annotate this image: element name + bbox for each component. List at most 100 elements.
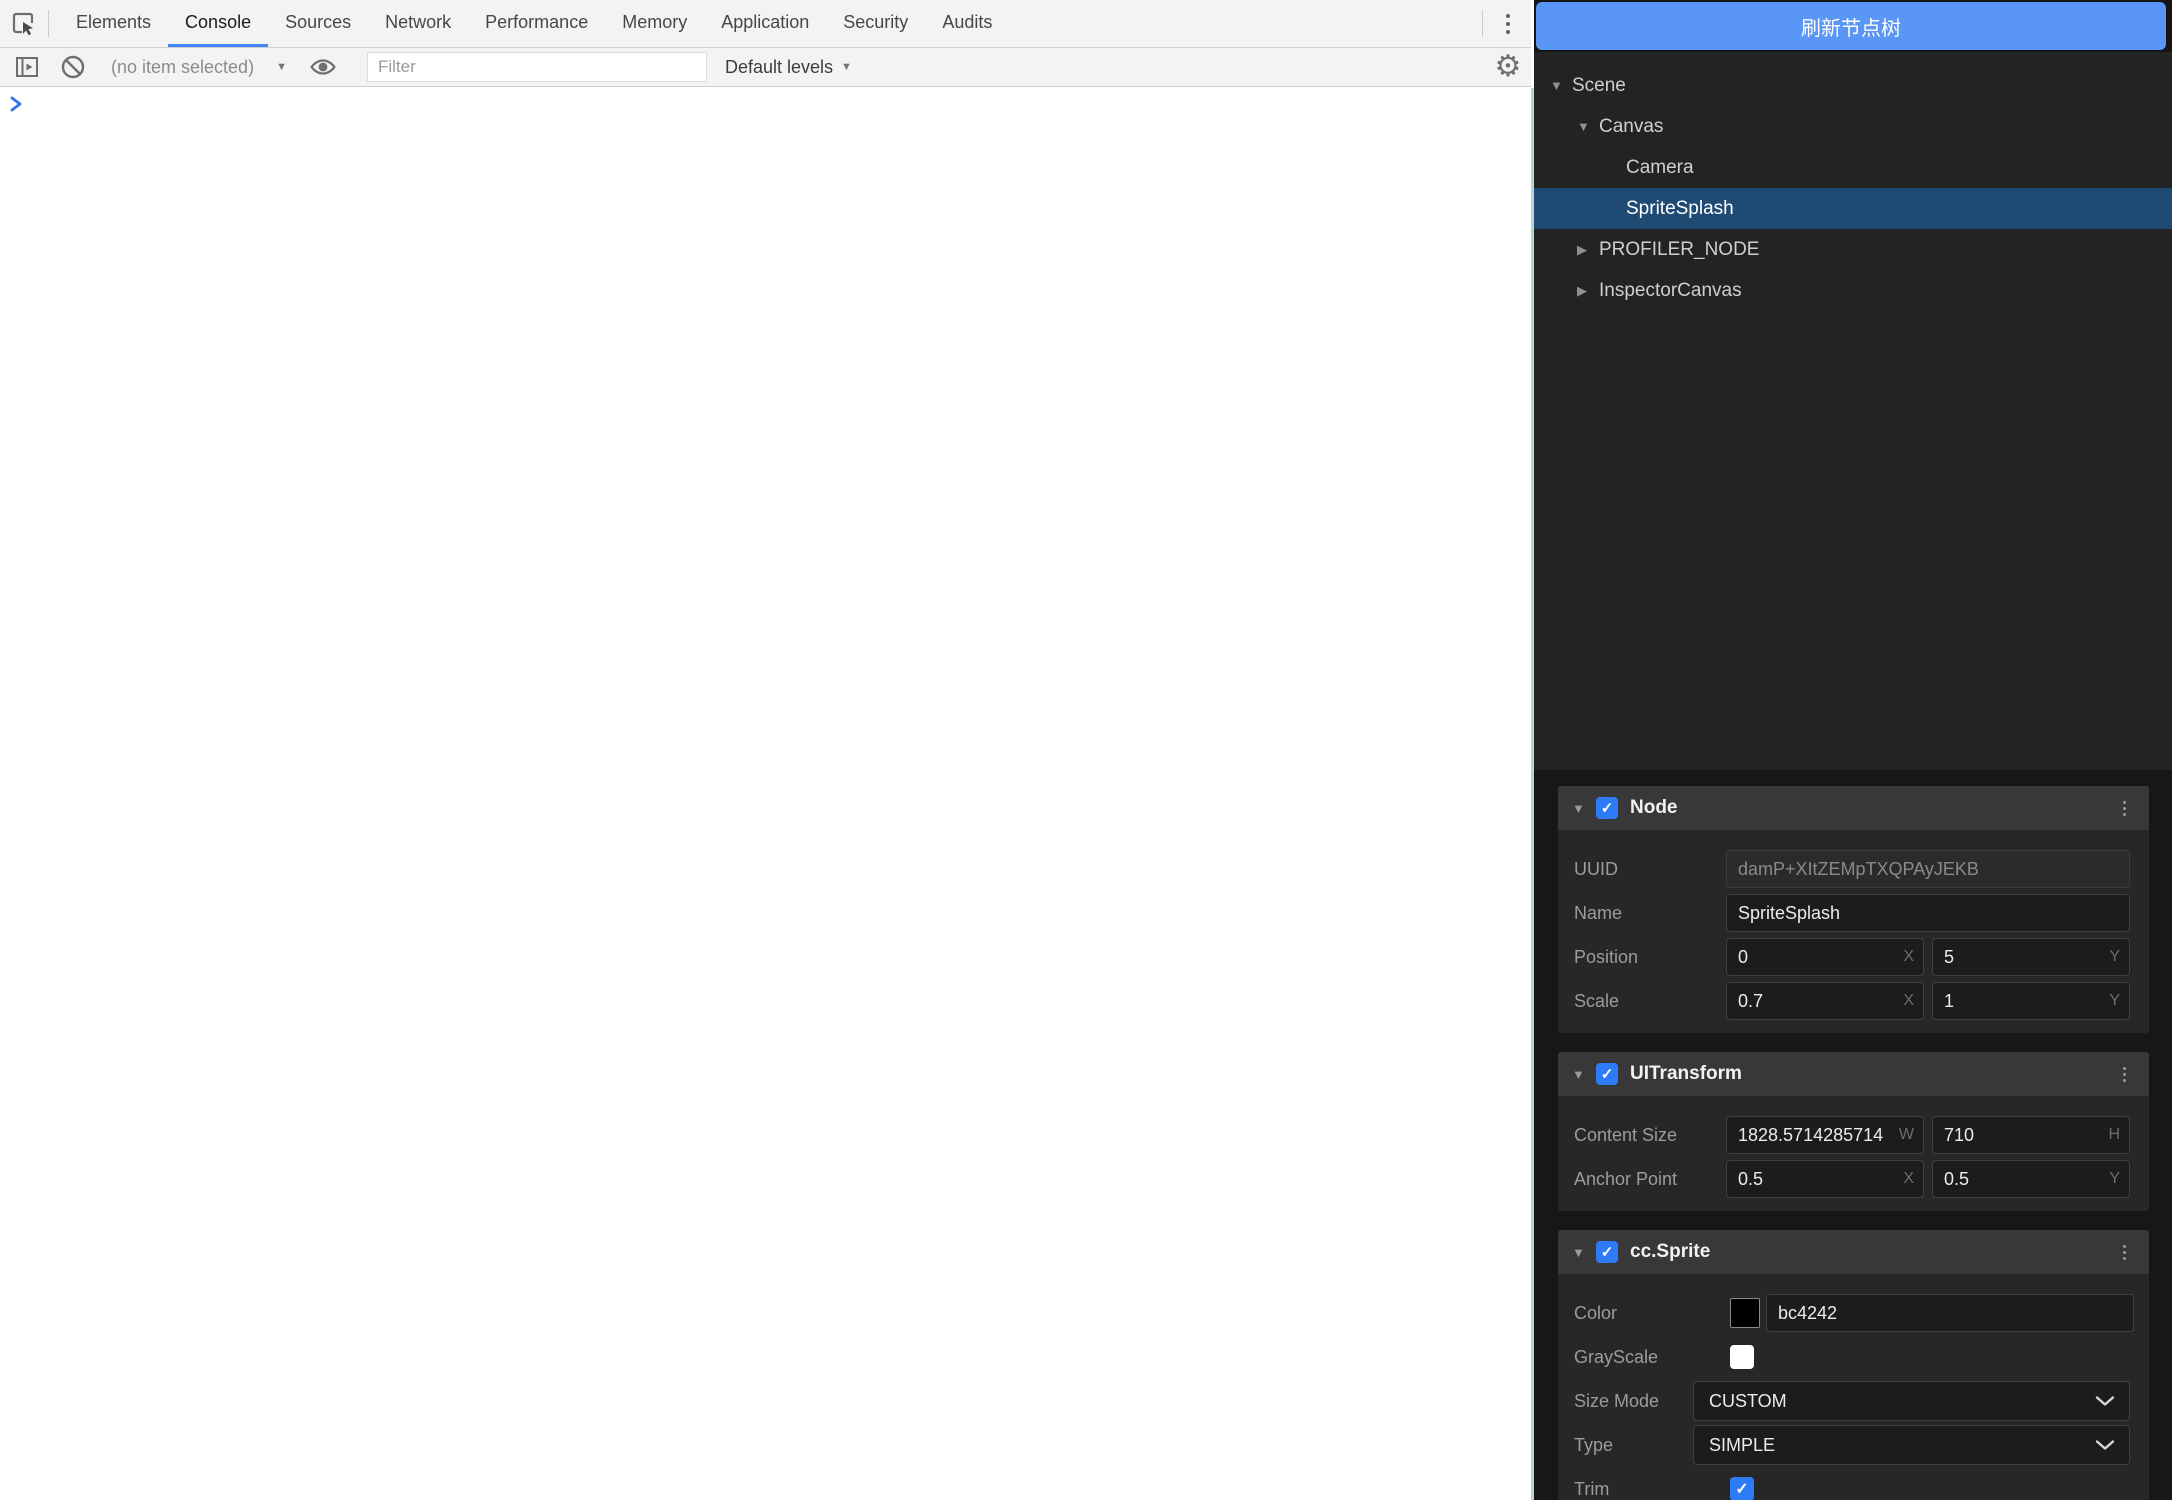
size-mode-select[interactable]: CUSTOM <box>1693 1381 2130 1421</box>
color-swatch[interactable] <box>1730 1298 1760 1328</box>
property-row-trim: Trim ✓ <box>1574 1467 2130 1500</box>
component-enabled-checkbox[interactable]: ✓ <box>1596 797 1618 819</box>
number-field-y: Y <box>1932 938 2130 976</box>
number-field-w: W <box>1726 1116 1924 1154</box>
number-field-y: Y <box>1932 982 2130 1020</box>
grayscale-checkbox[interactable]: ✓ <box>1730 1345 1754 1369</box>
chevron-collapsed-icon[interactable]: ▶ <box>1577 242 1599 258</box>
number-field-y: Y <box>1932 1160 2130 1198</box>
tab-console[interactable]: Console <box>168 0 269 47</box>
property-label: UUID <box>1574 858 1618 879</box>
inspect-element-icon[interactable] <box>0 0 46 47</box>
property-row-anchor-point: Anchor Point XY <box>1574 1157 2130 1201</box>
property-label: GrayScale <box>1574 1346 1659 1367</box>
select-value: CUSTOM <box>1709 1390 1787 1411</box>
tab-security[interactable]: Security <box>826 0 925 47</box>
cocos-inspector-panel: 刷新节点树 ▼ Scene ▼ Canvas Camera SpriteSplash ▶ PR… <box>1534 0 2172 1500</box>
name-input[interactable] <box>1726 894 2130 932</box>
chevron-expanded-icon[interactable]: ▼ <box>1577 119 1599 134</box>
tree-node-camera[interactable]: Camera <box>1534 147 2172 188</box>
uuid-input[interactable] <box>1726 850 2130 888</box>
chevron-expanded-icon[interactable]: ▼ <box>1572 1067 1596 1082</box>
position-y-input[interactable] <box>1932 938 2130 976</box>
tab-network[interactable]: Network <box>368 0 468 47</box>
property-controls: SIMPLE <box>1693 1425 2130 1465</box>
execution-context-selector[interactable]: (no item selected) ▼ <box>111 57 287 78</box>
property-label: Trim <box>1574 1478 1610 1499</box>
devtools-window: Elements Console Sources Network Performance… <box>0 0 2172 1500</box>
component-header: ▼ ✓ UITransform <box>1558 1052 2149 1096</box>
devtools-left-pane: Elements Console Sources Network Performance… <box>0 0 1531 1500</box>
clear-console-icon[interactable] <box>50 53 96 81</box>
console-settings-gear-icon[interactable]: ⚙ <box>1485 52 1531 82</box>
refresh-node-tree-button[interactable]: 刷新节点树 <box>1536 2 2166 50</box>
number-field-x: X <box>1726 982 1924 1020</box>
console-messages-area[interactable] <box>0 87 1531 1499</box>
chevron-expanded-icon[interactable]: ▼ <box>1572 801 1596 816</box>
console-filter-input[interactable] <box>366 52 707 82</box>
content-size-w-input[interactable] <box>1726 1116 1924 1154</box>
type-select[interactable]: SIMPLE <box>1693 1425 2130 1465</box>
property-row-name: Name <box>1574 891 2130 935</box>
number-field-h: H <box>1932 1116 2130 1154</box>
property-controls <box>1726 850 2130 888</box>
tab-memory[interactable]: Memory <box>605 0 704 47</box>
component-menu-kebab-icon[interactable] <box>2109 1244 2139 1260</box>
chevron-down-icon: ▼ <box>841 61 852 73</box>
text-field <box>1726 850 2130 888</box>
text-field <box>1726 894 2130 932</box>
devtools-tabbar: Elements Console Sources Network Performance… <box>0 0 1531 48</box>
refresh-button-bar: 刷新节点树 <box>1534 0 2172 52</box>
component-enabled-checkbox[interactable]: ✓ <box>1596 1241 1618 1263</box>
property-label: Content Size <box>1574 1124 1678 1145</box>
chevron-collapsed-icon[interactable]: ▶ <box>1577 283 1599 299</box>
tab-performance[interactable]: Performance <box>468 0 605 47</box>
color-hex-input[interactable] <box>1766 1294 2134 1332</box>
node-tree: ▼ Scene ▼ Canvas Camera SpriteSplash ▶ PROFILER… <box>1534 52 2172 770</box>
log-levels-dropdown[interactable]: Default levels ▼ <box>725 57 852 78</box>
devtools-tabs: Elements Console Sources Network Performance… <box>59 0 1009 47</box>
chevron-expanded-icon[interactable]: ▼ <box>1550 78 1572 93</box>
trim-checkbox[interactable]: ✓ <box>1730 1477 1754 1500</box>
property-controls <box>1726 894 2130 932</box>
console-toolbar: (no item selected) ▼ Default levels ▼ ⚙ <box>0 48 1531 87</box>
component-menu-kebab-icon[interactable] <box>2109 1066 2139 1082</box>
anchor-point-x-input[interactable] <box>1726 1160 1924 1198</box>
component-header: ▼ ✓ cc.Sprite <box>1558 1230 2149 1274</box>
property-label: Position <box>1574 946 1639 967</box>
tab-application[interactable]: Application <box>704 0 826 47</box>
scale-x-input[interactable] <box>1726 982 1924 1020</box>
tab-audits[interactable]: Audits <box>925 0 1009 47</box>
console-sidebar-toggle-icon[interactable] <box>4 53 50 81</box>
console-prompt-chevron-icon <box>10 96 22 112</box>
property-label: Scale <box>1574 990 1620 1011</box>
position-x-input[interactable] <box>1726 938 1924 976</box>
property-controls: XY <box>1726 982 2130 1020</box>
tab-elements[interactable]: Elements <box>59 0 168 47</box>
tree-node-profiler_node[interactable]: ▶ PROFILER_NODE <box>1534 229 2172 270</box>
content-size-h-input[interactable] <box>1932 1116 2130 1154</box>
anchor-point-y-input[interactable] <box>1932 1160 2130 1198</box>
component-menu-kebab-icon[interactable] <box>2109 800 2139 816</box>
component-body: Content Size WH Anchor Point XY <box>1558 1096 2149 1211</box>
tree-node-spritesplash[interactable]: SpriteSplash <box>1534 188 2172 229</box>
scale-y-input[interactable] <box>1932 982 2130 1020</box>
property-controls: ✓ <box>1726 1345 2130 1369</box>
tree-node-scene[interactable]: ▼ Scene <box>1534 65 2172 106</box>
number-field-x: X <box>1726 1160 1924 1198</box>
console-prompt[interactable] <box>0 87 1531 113</box>
live-expression-eye-icon[interactable] <box>300 53 346 81</box>
property-label: Color <box>1574 1302 1618 1323</box>
property-controls: XY <box>1726 938 2130 976</box>
chevron-expanded-icon[interactable]: ▼ <box>1572 1245 1596 1260</box>
component-title: UITransform <box>1630 1063 1742 1084</box>
select-value: SIMPLE <box>1709 1434 1776 1455</box>
devtools-menu-kebab-icon[interactable] <box>1485 0 1531 47</box>
tab-sources[interactable]: Sources <box>268 0 368 47</box>
context-selector-label: (no item selected) <box>111 56 255 77</box>
component-enabled-checkbox[interactable]: ✓ <box>1596 1063 1618 1085</box>
component-card-uitransform: ▼✓ UITransform Content Size WH Anchor Point X… <box>1558 1052 2149 1211</box>
tree-node-inspectorcanvas[interactable]: ▶ InspectorCanvas <box>1534 270 2172 311</box>
tree-node-canvas[interactable]: ▼ Canvas <box>1534 106 2172 147</box>
component-sections: ▼✓NodeUUIDNamePositionXYScaleXY▼✓UITrans… <box>1534 770 2172 1500</box>
